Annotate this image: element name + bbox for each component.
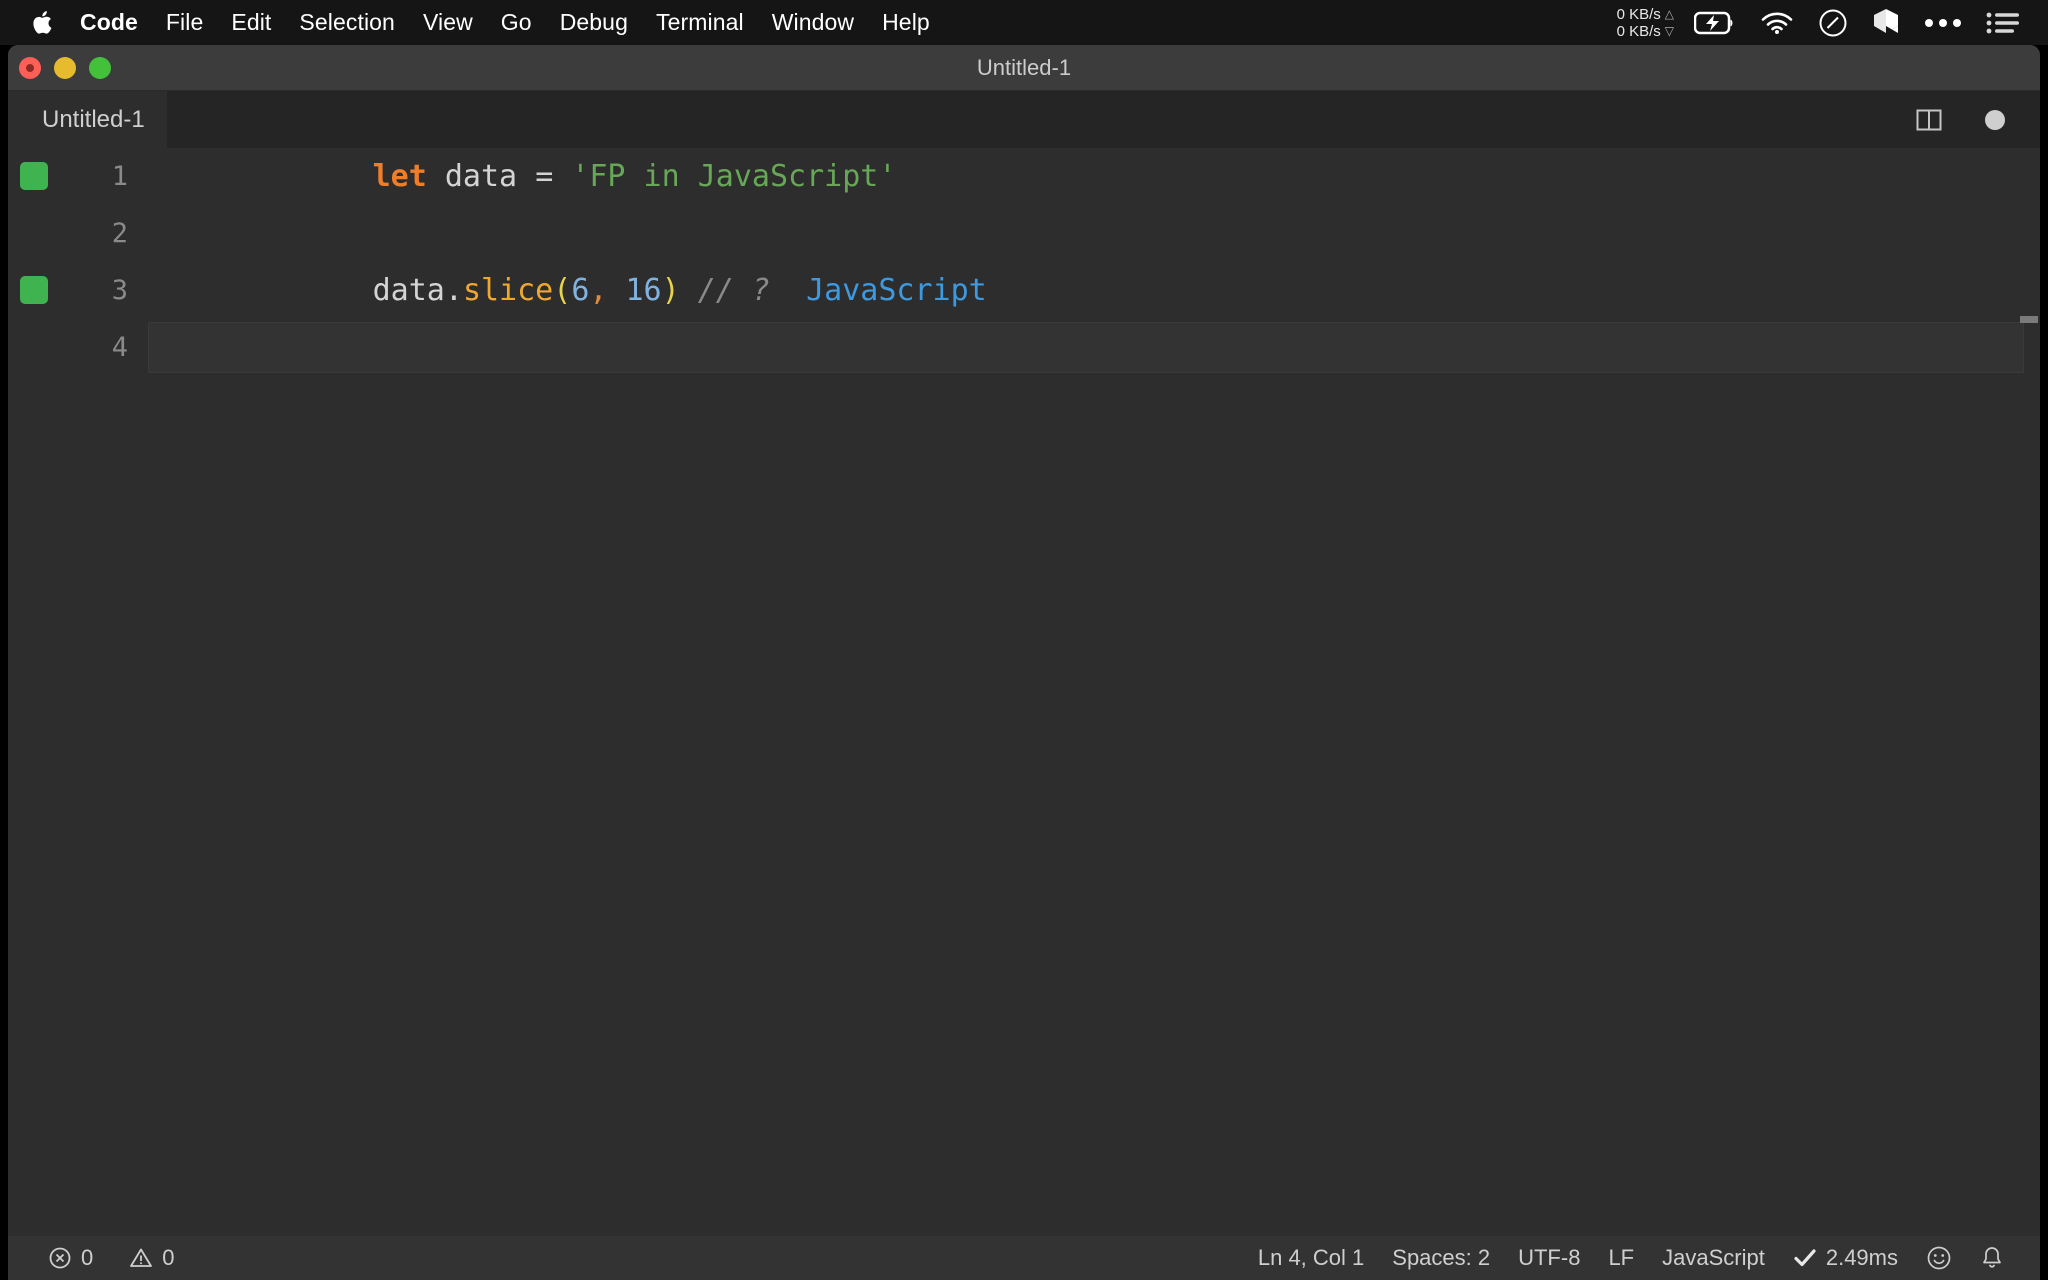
token-comma: , bbox=[589, 273, 608, 308]
wifi-icon[interactable] bbox=[1750, 0, 1804, 45]
menu-item-help[interactable]: Help bbox=[868, 0, 944, 45]
menu-item-window[interactable]: Window bbox=[758, 0, 868, 45]
menu-item-selection[interactable]: Selection bbox=[285, 0, 409, 45]
line-number: 1 bbox=[111, 161, 128, 192]
menu-item-go[interactable]: Go bbox=[487, 0, 546, 45]
list-menu-icon[interactable] bbox=[1976, 0, 2030, 45]
menu-item-file[interactable]: File bbox=[152, 0, 217, 45]
battery-charging-icon[interactable] bbox=[1684, 0, 1746, 45]
network-download-speed: 0 KB/s bbox=[1616, 22, 1661, 40]
tab-label: Untitled-1 bbox=[42, 105, 145, 133]
language-mode[interactable]: JavaScript bbox=[1648, 1236, 1779, 1280]
quokka-timing-label: 2.49ms bbox=[1825, 1245, 1898, 1270]
token-dot: . bbox=[444, 273, 463, 308]
close-button[interactable] bbox=[19, 56, 41, 79]
tab-untitled-1[interactable]: Untitled-1 bbox=[8, 91, 167, 148]
menu-item-view[interactable]: View bbox=[409, 0, 487, 45]
status-bar: 0 0 Ln 4, Col 1 Spaces: 2 UTF-8 LF JavaS… bbox=[8, 1236, 2040, 1280]
upload-arrow-icon: △ bbox=[1664, 7, 1674, 21]
code-line-content: let data = 'FP in JavaScript' bbox=[192, 148, 897, 229]
error-icon bbox=[48, 1246, 72, 1270]
token-paren-close: ) bbox=[661, 273, 680, 308]
token-identifier: data bbox=[372, 273, 445, 308]
warning-count[interactable]: 0 bbox=[115, 1236, 188, 1280]
code-line[interactable]: 3 data.slice(6, 16) // ? JavaScript bbox=[8, 262, 2040, 319]
menu-bar-items: Code File Edit Selection View Go Debug T… bbox=[0, 0, 944, 45]
maximize-button[interactable] bbox=[89, 56, 111, 79]
token-comment: // ? bbox=[697, 273, 770, 308]
control-center-ellipsis-icon[interactable] bbox=[1914, 0, 1972, 45]
eol[interactable]: LF bbox=[1594, 1236, 1648, 1280]
token-number: 6 bbox=[571, 273, 590, 308]
check-icon bbox=[1793, 1247, 1817, 1269]
menu-bar-tray: 0 KB/s 0 KB/s △ ▽ bbox=[1611, 0, 2048, 45]
minimize-button[interactable] bbox=[54, 56, 76, 79]
warning-icon bbox=[129, 1246, 153, 1270]
traffic-light-buttons bbox=[19, 56, 111, 79]
token-method: slice bbox=[462, 273, 554, 308]
menu-item-debug[interactable]: Debug bbox=[546, 0, 642, 45]
token-keyword: let bbox=[372, 159, 427, 194]
cursor-position[interactable]: Ln 4, Col 1 bbox=[1244, 1236, 1378, 1280]
menu-item-terminal[interactable]: Terminal bbox=[642, 0, 758, 45]
line-number: 2 bbox=[111, 218, 128, 249]
quokka-timing[interactable]: 2.49ms bbox=[1779, 1236, 1912, 1280]
status-bar-left: 0 0 bbox=[8, 1236, 189, 1280]
code-lines-container: 1 let data = 'FP in JavaScript' 2 3 data… bbox=[8, 148, 2040, 376]
token-string: 'FP in JavaScript' bbox=[571, 159, 897, 194]
token-identifier: data bbox=[444, 159, 518, 194]
apple-logo-icon[interactable] bbox=[22, 0, 64, 45]
token-number: 16 bbox=[625, 273, 662, 308]
vscode-window: Untitled-1 Untitled-1 1 let data = 'FP i… bbox=[8, 45, 2040, 1280]
token-paren-open: ( bbox=[553, 273, 572, 308]
unsaved-dot-icon[interactable] bbox=[1976, 101, 2014, 139]
network-upload-speed: 0 KB/s bbox=[1616, 5, 1661, 23]
feedback-smiley-icon[interactable] bbox=[1912, 1236, 1966, 1280]
editor-tab-bar: Untitled-1 bbox=[8, 91, 2040, 148]
dropbox-cube-icon[interactable] bbox=[1862, 0, 1910, 45]
window-title: Untitled-1 bbox=[976, 54, 1072, 80]
code-line-content: data.slice(6, 16) // ? JavaScript bbox=[192, 238, 987, 343]
error-count[interactable]: 0 bbox=[34, 1236, 107, 1280]
token-operator: = bbox=[535, 159, 554, 194]
download-arrow-icon: ▽ bbox=[1664, 24, 1674, 38]
macos-menu-bar: Code File Edit Selection View Go Debug T… bbox=[0, 0, 2048, 45]
editor-horizontal-scrollbar[interactable] bbox=[2020, 316, 2038, 323]
menu-item-code[interactable]: Code bbox=[64, 0, 152, 45]
error-count-label: 0 bbox=[81, 1245, 94, 1270]
editor-actions bbox=[1910, 91, 2040, 148]
status-bar-right: Ln 4, Col 1 Spaces: 2 UTF-8 LF JavaScrip… bbox=[1244, 1236, 2040, 1280]
network-speed-indicator[interactable]: 0 KB/s 0 KB/s △ ▽ bbox=[1611, 6, 1680, 40]
split-editor-icon[interactable] bbox=[1910, 101, 1948, 139]
do-not-disturb-icon[interactable] bbox=[1808, 0, 1858, 45]
quokka-inline-result: JavaScript bbox=[806, 273, 987, 308]
code-line[interactable]: 1 let data = 'FP in JavaScript' bbox=[8, 148, 2040, 205]
indentation[interactable]: Spaces: 2 bbox=[1378, 1236, 1504, 1280]
line-number: 4 bbox=[111, 332, 128, 363]
menu-item-edit[interactable]: Edit bbox=[217, 0, 285, 45]
editor-vertical-scrollbar[interactable] bbox=[2018, 148, 2040, 1236]
notifications-bell-icon[interactable] bbox=[1966, 1236, 2018, 1280]
line-number: 3 bbox=[111, 275, 128, 306]
encoding[interactable]: UTF-8 bbox=[1504, 1236, 1594, 1280]
code-editor[interactable]: 1 let data = 'FP in JavaScript' 2 3 data… bbox=[8, 148, 2040, 1236]
window-titlebar: Untitled-1 bbox=[8, 45, 2040, 91]
unsaved-indicator-dot bbox=[26, 63, 34, 72]
warning-count-label: 0 bbox=[162, 1245, 175, 1270]
